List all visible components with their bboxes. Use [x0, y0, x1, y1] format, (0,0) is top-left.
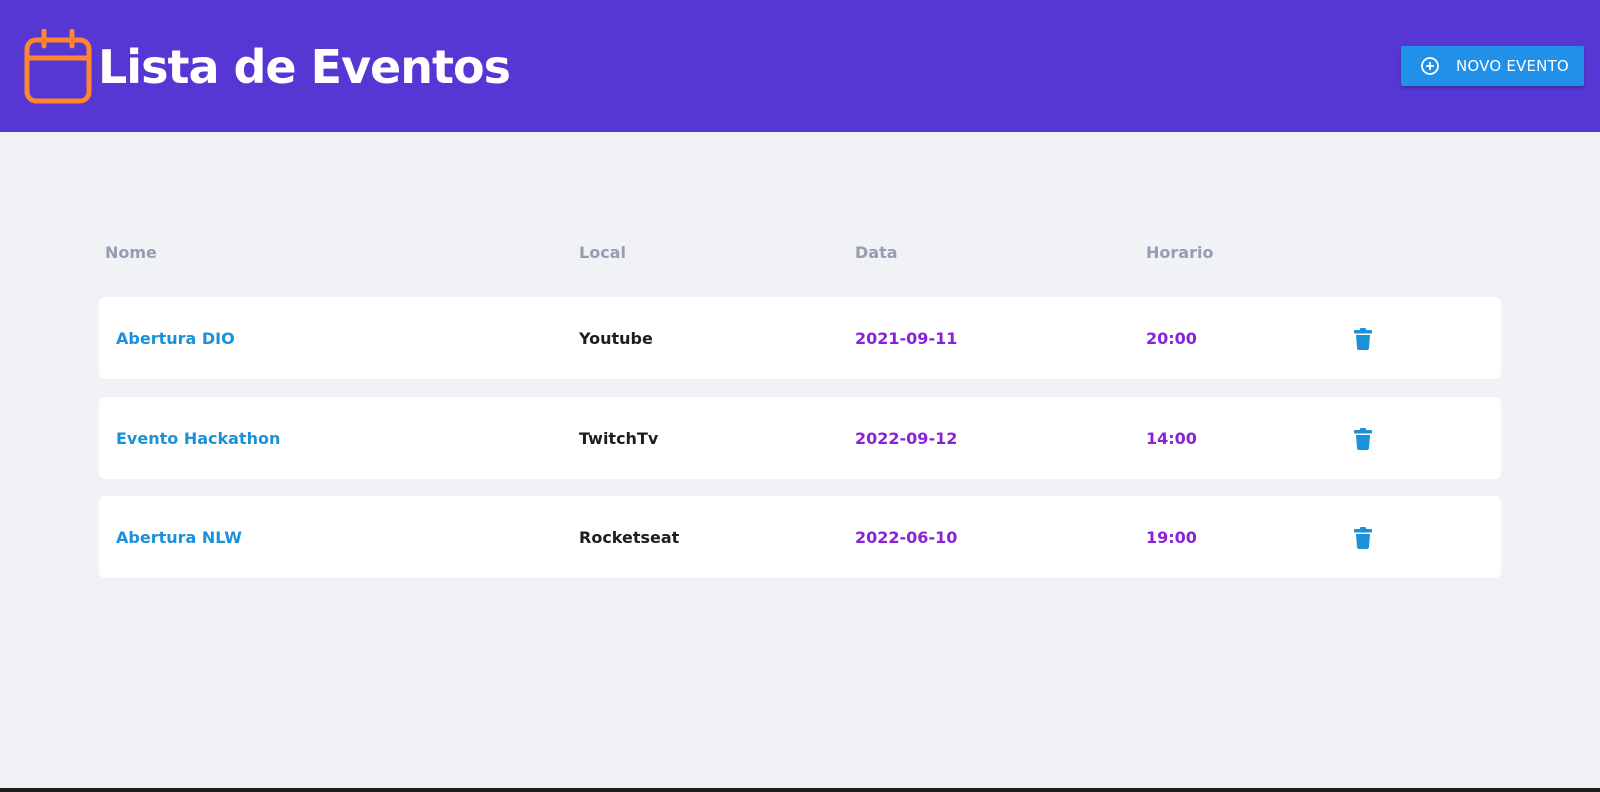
event-local: Rocketseat [579, 527, 680, 547]
event-time: 14:00 [1146, 428, 1197, 448]
app-header: Lista de Eventos NOVO EVENTO [0, 0, 1600, 132]
new-event-label: NOVO EVENTO [1456, 57, 1569, 75]
calendar-icon [24, 29, 92, 104]
table-row: Abertura NLW Rocketseat 2022-06-10 19:00 [99, 496, 1501, 578]
event-date: 2021-09-11 [855, 328, 958, 348]
table-header: Nome Local Data Horario [99, 243, 1501, 265]
new-event-button[interactable]: NOVO EVENTO [1401, 46, 1584, 86]
column-header-nome: Nome [105, 243, 157, 262]
event-name[interactable]: Evento Hackathon [116, 397, 280, 479]
column-header-data: Data [855, 243, 898, 262]
event-local: Youtube [579, 328, 653, 348]
event-name[interactable]: Abertura DIO [116, 297, 235, 379]
trash-icon [1354, 328, 1372, 350]
trash-icon [1354, 527, 1372, 549]
plus-circle-icon [1421, 57, 1439, 75]
column-header-horario: Horario [1146, 243, 1214, 262]
delete-event-button[interactable] [1351, 526, 1375, 550]
event-date: 2022-09-12 [855, 428, 958, 448]
event-name[interactable]: Abertura NLW [116, 496, 242, 578]
page-title: Lista de Eventos [98, 40, 511, 94]
table-row: Evento Hackathon TwitchTv 2022-09-12 14:… [99, 397, 1501, 479]
brand: Lista de Eventos [24, 29, 511, 105]
delete-event-button[interactable] [1351, 327, 1375, 351]
event-time: 19:00 [1146, 527, 1197, 547]
event-local: TwitchTv [579, 428, 659, 448]
event-date: 2022-06-10 [855, 527, 958, 547]
column-header-local: Local [579, 243, 626, 262]
table-row: Abertura DIO Youtube 2021-09-11 20:00 [99, 297, 1501, 379]
delete-event-button[interactable] [1351, 427, 1375, 451]
taskbar-edge [0, 788, 1600, 792]
event-time: 20:00 [1146, 328, 1197, 348]
trash-icon [1354, 428, 1372, 450]
